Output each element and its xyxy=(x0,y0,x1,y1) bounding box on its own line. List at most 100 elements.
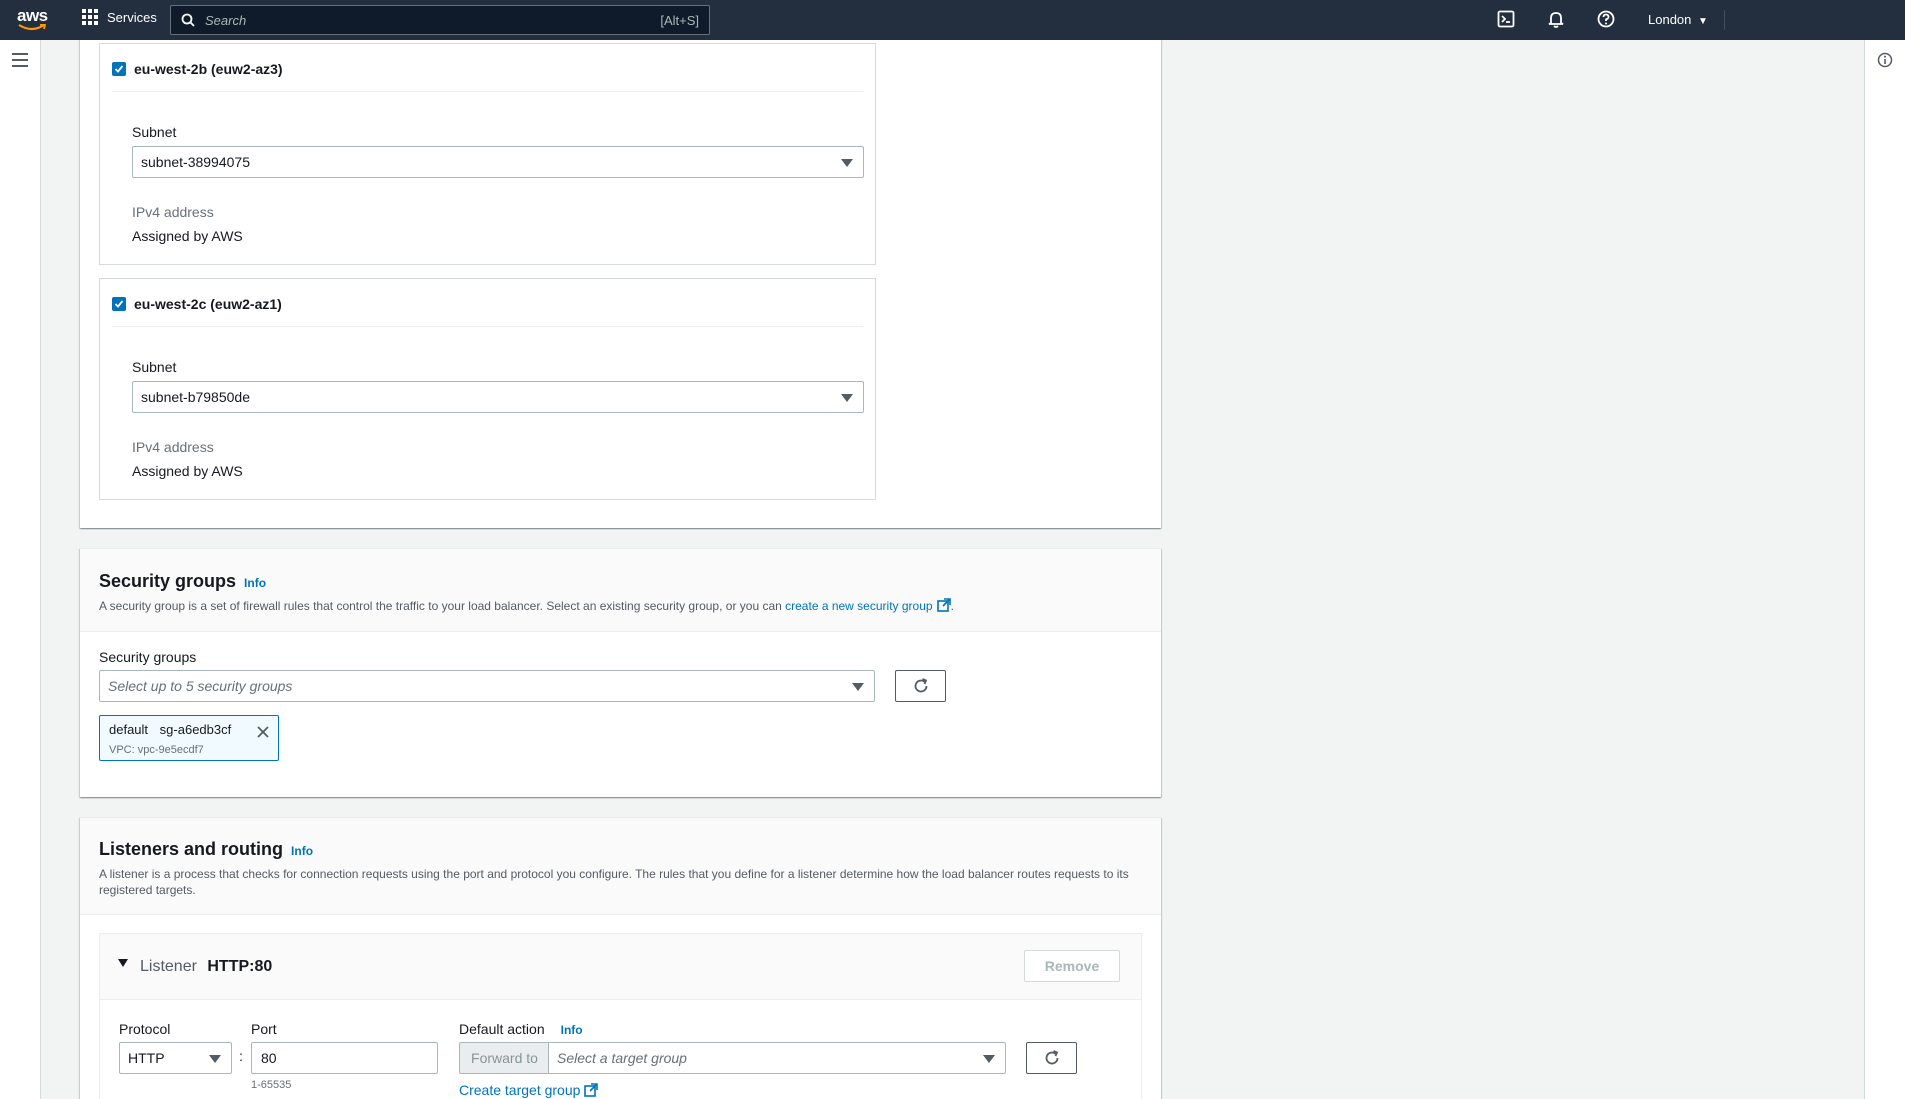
aws-smile-icon xyxy=(18,24,46,31)
section-title: Listeners and routing xyxy=(99,839,284,859)
default-action-label-group: Default action Info xyxy=(459,1021,583,1037)
protocol-label: Protocol xyxy=(119,1021,171,1037)
section-description: A listener is a process that checks for … xyxy=(99,867,1129,897)
listener-label: Listener xyxy=(140,958,197,975)
refresh-security-groups-button[interactable] xyxy=(895,670,946,702)
security-groups-header: Security groups Info A security group is… xyxy=(80,549,1161,632)
region-label: London xyxy=(1648,12,1692,27)
ipv4-label: IPv4 address xyxy=(132,204,214,220)
az-divider xyxy=(112,91,863,92)
subnet-label: Subnet xyxy=(132,124,177,140)
caret-down-icon xyxy=(983,1055,995,1063)
availability-zone-card: eu-west-2c (euw2-az1) Subnet subnet-b798… xyxy=(99,278,876,500)
section-title: Security groups xyxy=(99,571,237,591)
create-target-group-link[interactable]: Create target group xyxy=(459,1082,580,1098)
services-menu-button[interactable]: Services xyxy=(82,9,157,25)
listeners-panel: Listeners and routing Info A listener is… xyxy=(80,817,1161,1099)
main-content: eu-west-2b (euw2-az3) Subnet subnet-3899… xyxy=(41,40,1864,1099)
token-vpc: VPC: vpc-9e5ecdf7 xyxy=(109,744,204,756)
close-icon[interactable] xyxy=(256,725,270,739)
subnet-value: subnet-b79850de xyxy=(141,389,250,405)
port-hint: 1-65535 xyxy=(251,1079,292,1091)
tools-panel-rail xyxy=(1864,40,1905,1099)
region-selector[interactable]: London ▼ xyxy=(1648,12,1708,27)
help-icon[interactable] xyxy=(1597,10,1617,30)
create-security-group-link[interactable]: create a new security group xyxy=(785,599,932,613)
notifications-icon[interactable] xyxy=(1547,10,1567,30)
external-link-icon[interactable] xyxy=(936,598,951,612)
caret-down-icon xyxy=(852,683,864,691)
az-checkbox[interactable] xyxy=(112,297,126,311)
search-icon xyxy=(181,13,195,27)
info-link[interactable]: Info xyxy=(291,844,313,858)
remove-listener-button[interactable]: Remove xyxy=(1024,950,1120,982)
checkmark-icon xyxy=(114,65,124,73)
aws-logo[interactable]: aws xyxy=(17,6,49,32)
az-divider xyxy=(112,326,863,327)
info-link[interactable]: Info xyxy=(561,1023,583,1037)
port-label: Port xyxy=(251,1021,277,1037)
external-link-icon[interactable] xyxy=(584,1083,599,1097)
listener-header: Listener HTTP:80 Remove xyxy=(100,934,1141,1000)
protocol-select[interactable]: HTTP xyxy=(119,1042,232,1074)
az-checkbox[interactable] xyxy=(112,62,126,76)
protocol-port-separator: : xyxy=(239,1048,243,1064)
top-navigation: aws Services Search [Alt+S] London ▼ xyxy=(0,0,1905,40)
side-navigation-rail xyxy=(0,40,41,1099)
network-mapping-panel: eu-west-2b (euw2-az3) Subnet subnet-3899… xyxy=(80,40,1161,528)
search-shortcut: [Alt+S] xyxy=(660,12,699,28)
description-text: A security group is a set of firewall ru… xyxy=(99,599,786,613)
nav-divider xyxy=(1724,10,1725,30)
caret-down-icon xyxy=(209,1055,221,1063)
create-target-group-link-group: Create target group xyxy=(459,1082,599,1098)
listener-name: HTTP:80 xyxy=(207,958,273,975)
search-input[interactable]: Search [Alt+S] xyxy=(170,5,710,35)
listeners-header: Listeners and routing Info A listener is… xyxy=(80,818,1161,915)
subnet-value: subnet-38994075 xyxy=(141,154,250,170)
subnet-label: Subnet xyxy=(132,359,177,375)
description-suffix: . xyxy=(950,599,954,613)
security-groups-panel: Security groups Info A security group is… xyxy=(80,548,1161,797)
refresh-icon xyxy=(1045,1050,1058,1065)
refresh-target-groups-button[interactable] xyxy=(1026,1042,1077,1074)
caret-down-icon xyxy=(841,159,853,167)
port-value: 80 xyxy=(261,1050,277,1066)
az-name: eu-west-2c (euw2-az1) xyxy=(134,296,282,312)
security-groups-select[interactable]: Select up to 5 security groups xyxy=(99,670,875,702)
info-link[interactable]: Info xyxy=(244,576,266,590)
menu-icon[interactable] xyxy=(12,53,28,67)
ipv4-value: Assigned by AWS xyxy=(132,463,243,479)
subnet-select[interactable]: subnet-b79850de xyxy=(132,381,864,413)
search-placeholder: Search xyxy=(205,12,247,28)
checkmark-icon xyxy=(114,300,124,308)
port-input[interactable]: 80 xyxy=(251,1042,438,1074)
listener-title: Listener HTTP:80 xyxy=(140,958,272,976)
security-groups-label: Security groups xyxy=(99,649,197,665)
aws-logo-text: aws xyxy=(17,6,48,25)
services-label: Services xyxy=(107,9,157,25)
caret-down-icon xyxy=(841,394,853,402)
default-action-label: Default action xyxy=(459,1021,545,1037)
target-group-placeholder: Select a target group xyxy=(557,1050,687,1066)
listener-card: Listener HTTP:80 Remove Protocol HTTP : … xyxy=(99,933,1142,1099)
grid-icon xyxy=(82,9,98,25)
security-groups-placeholder: Select up to 5 security groups xyxy=(108,678,293,694)
target-group-select[interactable]: Select a target group xyxy=(548,1042,1006,1074)
az-name: eu-west-2b (euw2-az3) xyxy=(134,61,283,77)
token-name: default xyxy=(109,722,149,737)
security-group-token: default sg-a6edb3cf VPC: vpc-9e5ecdf7 xyxy=(99,715,279,761)
ipv4-label: IPv4 address xyxy=(132,439,214,455)
ipv4-value: Assigned by AWS xyxy=(132,228,243,244)
az-header: eu-west-2c (euw2-az1) xyxy=(112,296,282,312)
subnet-select[interactable]: subnet-38994075 xyxy=(132,146,864,178)
section-description: A security group is a set of firewall ru… xyxy=(99,598,1142,614)
refresh-icon xyxy=(914,678,927,693)
availability-zone-card: eu-west-2b (euw2-az3) Subnet subnet-3899… xyxy=(99,43,876,265)
token-id: sg-a6edb3cf xyxy=(159,722,232,737)
info-icon[interactable] xyxy=(1877,52,1893,68)
chevron-down-icon: ▼ xyxy=(1698,16,1708,27)
forward-to-label: Forward to xyxy=(459,1042,549,1074)
token-title: default sg-a6edb3cf xyxy=(109,722,231,737)
cloudshell-icon[interactable] xyxy=(1497,10,1517,30)
caret-down-icon[interactable] xyxy=(118,959,128,967)
